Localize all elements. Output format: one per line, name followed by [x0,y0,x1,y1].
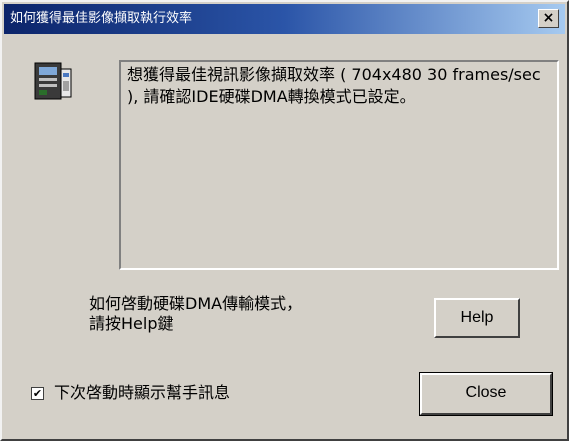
show-helper-label[interactable]: 下次啓動時顯示幫手訊息 [54,383,230,403]
title-bar[interactable]: 如何獲得最佳影像擷取執行效率 × [4,4,565,34]
hint-line-2: 請按Help鍵 [89,314,174,333]
computer-icon [34,62,72,100]
close-button[interactable]: Close [419,372,553,416]
close-icon[interactable]: × [538,9,559,28]
dialog-window: 如何獲得最佳影像擷取執行效率 × 想獲得最佳視訊影像擷取效率 ( 704x480… [0,0,569,441]
message-box: 想獲得最佳視訊影像擷取效率 ( 704x480 30 frames/sec ),… [119,60,559,270]
hint-line-1: 如何啓動硬碟DMA傳輸模式， [89,294,303,313]
window-title: 如何獲得最佳影像擷取執行效率 [10,11,193,26]
show-helper-checkbox[interactable]: ✔ [31,387,44,400]
dma-hint: 如何啓動硬碟DMA傳輸模式， 請按Help鍵 [89,294,409,334]
help-button[interactable]: Help [434,298,520,338]
